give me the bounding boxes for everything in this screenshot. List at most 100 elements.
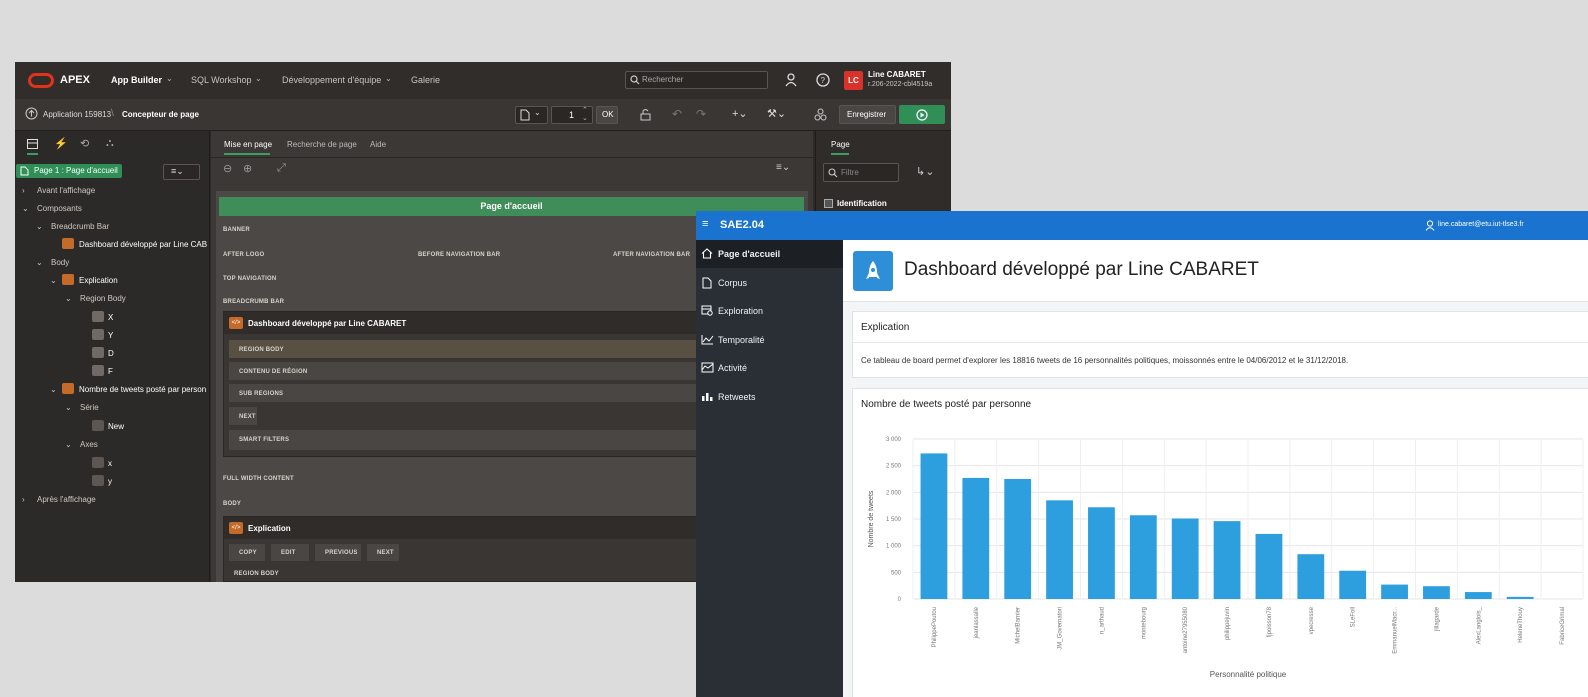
expand-icon[interactable]: ⤢ xyxy=(277,162,286,175)
tree-item-after-render[interactable]: Après l'affichage xyxy=(37,495,96,504)
shared-components-icon[interactable] xyxy=(814,108,827,121)
menu-team-dev[interactable]: Développement d'équipe xyxy=(282,75,381,85)
slot-region-body-2[interactable]: REGION BODY xyxy=(234,571,279,577)
tab-page-properties[interactable]: Page xyxy=(831,140,850,149)
redo-icon[interactable]: ↷ xyxy=(696,107,706,121)
nav-label: Temporalité xyxy=(718,335,765,345)
menu-sql-workshop[interactable]: SQL Workshop xyxy=(191,75,252,85)
unlock-icon[interactable] xyxy=(639,108,652,121)
tab-layout[interactable]: Mise en page xyxy=(224,140,272,149)
save-button[interactable]: Enregistrer xyxy=(839,105,896,124)
menu-gallery[interactable]: Galerie xyxy=(411,75,440,85)
undo-icon[interactable]: ↶ xyxy=(672,107,682,121)
slot-before-nav[interactable]: BEFORE NAVIGATION BAR xyxy=(418,252,500,258)
app-title[interactable]: SAE2.04 xyxy=(720,219,764,231)
apex-logo-text[interactable]: APEX xyxy=(60,74,90,86)
tree-item-region-body[interactable]: Region Body xyxy=(80,294,126,303)
tab-page-search[interactable]: Recherche de page xyxy=(287,140,357,149)
stepper-icon[interactable]: ⌃ ⌄ xyxy=(582,107,588,123)
tree-item-y[interactable]: Y xyxy=(108,331,113,340)
tree-item-series[interactable]: Série xyxy=(80,403,99,412)
utilities-wrench-icon[interactable]: ⚒⌄ xyxy=(767,107,786,120)
tree-item-axes[interactable]: Axes xyxy=(80,440,98,449)
tab-help[interactable]: Aide xyxy=(370,140,386,149)
page-type-selector[interactable]: ⌄ xyxy=(515,106,548,124)
user-workspace: r.206-2022-cbl4519a xyxy=(868,81,933,88)
user-settings-icon[interactable] xyxy=(785,73,799,87)
tree-item-chart-region[interactable]: Nombre de tweets posté par person xyxy=(79,385,206,394)
slot-banner[interactable]: BANNER xyxy=(223,227,250,233)
hidden-item-icon xyxy=(92,347,104,358)
tree-item-f[interactable]: F xyxy=(108,367,113,376)
search-input[interactable]: Rechercher xyxy=(625,71,768,89)
avatar[interactable]: LC xyxy=(844,71,863,90)
save-label: Enregistrer xyxy=(847,110,887,119)
slot-next[interactable]: NEXT xyxy=(228,406,258,426)
chart-bar xyxy=(1046,500,1073,599)
x-tick-label: AlexLanglois_ xyxy=(1476,606,1482,644)
tree-menu-button[interactable]: ≡⌄ xyxy=(163,164,200,180)
processing-tab-icon[interactable]: ⟲ xyxy=(80,137,89,150)
tree-item-breadcrumb-bar[interactable]: Breadcrumb Bar xyxy=(51,222,109,231)
tree-item-x[interactable]: X xyxy=(108,313,113,322)
chart-bar xyxy=(1423,586,1450,599)
goto-group-icon[interactable]: ↳⌄ xyxy=(916,165,934,178)
page-number-input[interactable]: 1 ⌃ ⌄ xyxy=(551,106,593,124)
layout-menu-icon[interactable]: ≡⌄ xyxy=(776,162,790,173)
x-tick-label: PhilippePoutou xyxy=(932,607,938,647)
breadcrumb-app[interactable]: Application 159813 xyxy=(43,110,111,119)
ok-button[interactable]: OK xyxy=(596,106,618,124)
user-email[interactable]: line.cabaret@etu.iut-tlse3.fr xyxy=(1438,221,1524,228)
slot-edit[interactable]: EDIT xyxy=(270,543,310,562)
collapse-checkbox-icon[interactable] xyxy=(824,199,833,208)
oracle-logo-icon[interactable] xyxy=(28,73,54,88)
tree-item-dashboard-region[interactable]: Dashboard développé par Line CAB xyxy=(79,240,207,249)
breadcrumb-separator: \ xyxy=(111,108,114,119)
active-tab-indicator xyxy=(27,153,38,155)
hidden-item-icon xyxy=(92,329,104,340)
menu-app-builder[interactable]: App Builder xyxy=(111,75,162,85)
tree-item-explication[interactable]: Explication xyxy=(79,276,118,285)
page-number-value: 1 xyxy=(569,110,575,120)
nav-retweets[interactable]: Retweets xyxy=(696,383,843,411)
hidden-item-icon xyxy=(92,311,104,322)
tree-item-before-render[interactable]: Avant l'affichage xyxy=(37,186,95,195)
tree-page-node[interactable]: Page 1 : Page d'accueil xyxy=(16,164,122,178)
tree-caret-icon: ⌄ xyxy=(36,222,43,231)
tree-item-axis-y[interactable]: y xyxy=(108,477,112,486)
nav-exploration[interactable]: Exploration xyxy=(696,297,843,325)
slot-after-nav[interactable]: AFTER NAVIGATION BAR xyxy=(613,252,690,258)
slot-copy[interactable]: COPY xyxy=(228,543,266,562)
rendering-tab-icon[interactable] xyxy=(27,139,38,149)
zoom-in-icon[interactable]: ⊕ xyxy=(243,162,252,175)
dynamic-actions-tab-icon[interactable]: ⚡ xyxy=(54,137,68,150)
zoom-out-icon[interactable]: ⊖ xyxy=(223,162,232,175)
nav-page-accueil[interactable]: Page d'accueil xyxy=(696,240,843,268)
slot-next-2[interactable]: NEXT xyxy=(366,543,400,562)
arrow-up-circle-icon[interactable] xyxy=(25,107,38,120)
section-identification[interactable]: Identification xyxy=(837,199,887,208)
file-icon xyxy=(702,277,712,289)
slot-previous[interactable]: PREVIOUS xyxy=(314,543,362,562)
run-page-button[interactable] xyxy=(899,105,945,124)
shared-components-tab-icon[interactable]: ⛬ xyxy=(106,137,114,150)
tree-item-axis-x[interactable]: x xyxy=(108,459,112,468)
slot-full-width[interactable]: FULL WIDTH CONTENT xyxy=(223,476,294,482)
nav-temporalite[interactable]: Temporalité xyxy=(696,326,843,354)
menu-toggle-icon[interactable]: ≡ xyxy=(702,218,708,230)
nav-activite[interactable]: Activité xyxy=(696,354,843,382)
help-icon[interactable]: ? xyxy=(816,73,830,87)
tree-item-components[interactable]: Composants xyxy=(37,204,82,213)
tree-caret-icon: ⌄ xyxy=(65,403,72,412)
nav-corpus[interactable]: Corpus xyxy=(696,269,843,297)
nav-label: Page d'accueil xyxy=(718,249,781,259)
slot-breadcrumb-bar[interactable]: BREADCRUMB BAR xyxy=(223,299,284,305)
tree-item-new[interactable]: New xyxy=(108,422,124,431)
property-filter-input[interactable]: Filtre xyxy=(823,163,899,182)
add-icon[interactable]: +⌄ xyxy=(732,107,748,120)
slot-after-logo[interactable]: AFTER LOGO xyxy=(223,252,264,258)
slot-top-navigation[interactable]: TOP NAVIGATION xyxy=(223,276,276,282)
tree-item-d[interactable]: D xyxy=(108,349,114,358)
tree-item-body[interactable]: Body xyxy=(51,258,69,267)
slot-body[interactable]: BODY xyxy=(223,501,241,507)
